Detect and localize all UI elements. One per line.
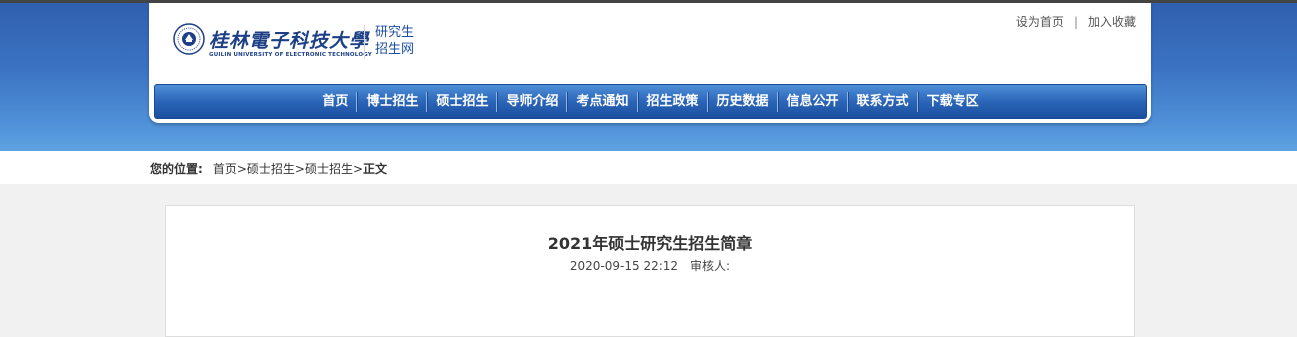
nav-item-doctoral-admission[interactable]: 博士招生 [358,85,426,118]
article-reviewer-label: 审核人: [690,259,731,273]
logo-chinese-name: 桂林電子科技大學 [209,30,370,52]
breadcrumb-master-admission-sub-link[interactable]: 硕士招生 [305,162,353,176]
breadcrumb-separator: > [294,162,305,176]
add-favorite-link[interactable]: 加入收藏 [1088,15,1136,29]
nav-item-exam-site-notice[interactable]: 考点通知 [568,85,636,118]
breadcrumb-separator: > [352,162,364,176]
breadcrumb: 您的位置: 首页>硕士招生>硕士招生>正文 [150,160,387,177]
nav-item-historical-data[interactable]: 历史数据 [709,85,777,118]
article-title: 2021年硕士研究生招生简章 [547,234,753,253]
set-homepage-link[interactable]: 设为首页 [1016,15,1064,29]
site-title-line2: 招生网 [375,42,415,57]
site-title: 研究生 招生网 [375,24,414,58]
top-links-separator: | [1073,15,1078,29]
nav-item-master-admission[interactable]: 硕士招生 [428,85,496,118]
breadcrumb-home-link[interactable]: 首页 [213,162,237,176]
breadcrumb-band: 您的位置: 首页>硕士招生>硕士招生>正文 [0,151,1297,184]
nav-item-supervisors[interactable]: 导师介绍 [498,85,566,118]
logo-english-name: GUILIN UNIVERSITY OF ELECTRONIC TECHNOLO… [209,52,372,58]
nav-item-admission-policy[interactable]: 招生政策 [639,85,707,118]
main-nav: 首页 博士招生 硕士招生 导师介绍 考点通知 招生政策 历史数据 信息公开 联系… [154,84,1147,119]
article-meta: 2020-09-15 22:12 审核人: [166,257,1134,274]
article-datetime: 2020-09-15 22:12 [569,259,679,273]
nav-item-home[interactable]: 首页 [314,85,356,118]
article-card: 2021年硕士研究生招生简章 2020-09-15 22:12 审核人: [165,205,1135,337]
university-seal-icon [173,23,205,55]
top-links: 设为首页 | 加入收藏 [1016,13,1136,30]
nav-item-downloads[interactable]: 下载专区 [919,85,987,118]
breadcrumb-master-admission-link[interactable]: 硕士招生 [247,162,295,176]
breadcrumb-label: 您的位置: [150,162,203,176]
logo-divider [364,25,365,59]
nav-item-information-disclosure[interactable]: 信息公开 [779,85,847,118]
nav-item-contact[interactable]: 联系方式 [849,85,917,118]
breadcrumb-separator: > [236,162,247,176]
breadcrumb-current: 正文 [363,162,388,176]
site-header: 桂林電子科技大學 GUILIN UNIVERSITY OF ELECTRONIC… [149,3,1151,123]
site-title-line1: 研究生 [375,25,415,40]
